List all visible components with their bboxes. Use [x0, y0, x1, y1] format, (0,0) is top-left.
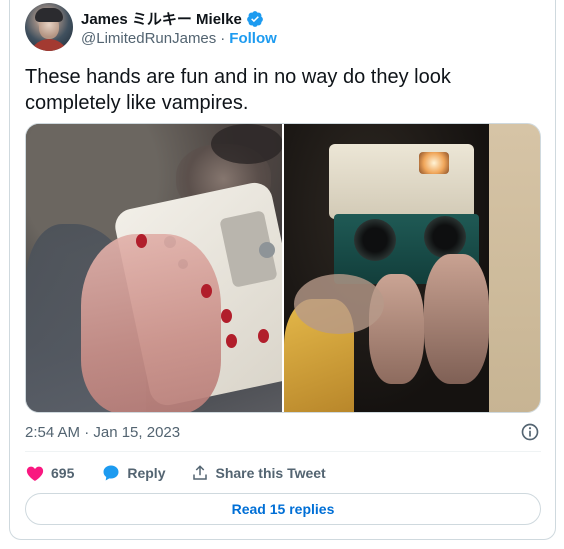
camera-lens-left: [354, 219, 396, 261]
arm: [294, 274, 384, 334]
tweet-media-grid: [25, 123, 541, 413]
red-nail: [226, 334, 237, 348]
tweet-text: These hands are fun and in no way do the…: [25, 66, 451, 114]
red-nail: [258, 329, 269, 343]
reply-button[interactable]: Reply: [101, 463, 165, 483]
speech-bubble-icon: [103, 465, 119, 481]
share-button[interactable]: Share this Tweet: [191, 464, 326, 482]
tweet-timestamp[interactable]: 2:54 AM · Jan 15, 2023: [25, 424, 180, 441]
heart-icon: [26, 466, 44, 481]
red-nail: [221, 309, 232, 323]
like-button[interactable]: 695: [25, 463, 74, 483]
beige-wall: [489, 124, 540, 412]
camera-flash-light: [419, 152, 449, 174]
info-icon[interactable]: [520, 422, 540, 442]
photo-hands-holding-green-camera[interactable]: [284, 124, 540, 412]
read-replies-button[interactable]: Read 15 replies: [25, 493, 541, 525]
blurred-hair: [211, 124, 282, 164]
tweet-actions: 695 Reply Share this Tweet: [25, 463, 326, 483]
handle-separator: ·: [220, 30, 226, 47]
verified-badge-icon: [247, 10, 263, 27]
camera-top: [329, 144, 474, 219]
author-display-name[interactable]: James ミルキー Mielke: [81, 8, 242, 29]
share-upload-icon: [193, 465, 208, 480]
follow-button[interactable]: Follow: [229, 30, 277, 47]
console-button-c: [259, 242, 275, 258]
red-nail: [136, 234, 147, 248]
avatar-shirt: [29, 39, 69, 51]
author-handle[interactable]: @LimitedRunJames: [81, 30, 216, 47]
author-handle-row: @LimitedRunJames · Follow: [81, 30, 277, 47]
share-label: Share this Tweet: [215, 465, 326, 481]
divider: [25, 451, 541, 452]
reply-label: Reply: [127, 465, 166, 481]
red-nail: [201, 284, 212, 298]
like-count: 695: [51, 465, 75, 481]
author-name-row[interactable]: James ミルキー Mielke: [81, 8, 264, 29]
photo-hand-holding-white-gameboy[interactable]: [26, 124, 282, 412]
avatar[interactable]: [25, 3, 73, 51]
avatar-hair: [35, 8, 63, 22]
right-hand: [424, 254, 489, 384]
camera-lens-right: [424, 216, 466, 258]
hand-fingers: [81, 234, 221, 412]
